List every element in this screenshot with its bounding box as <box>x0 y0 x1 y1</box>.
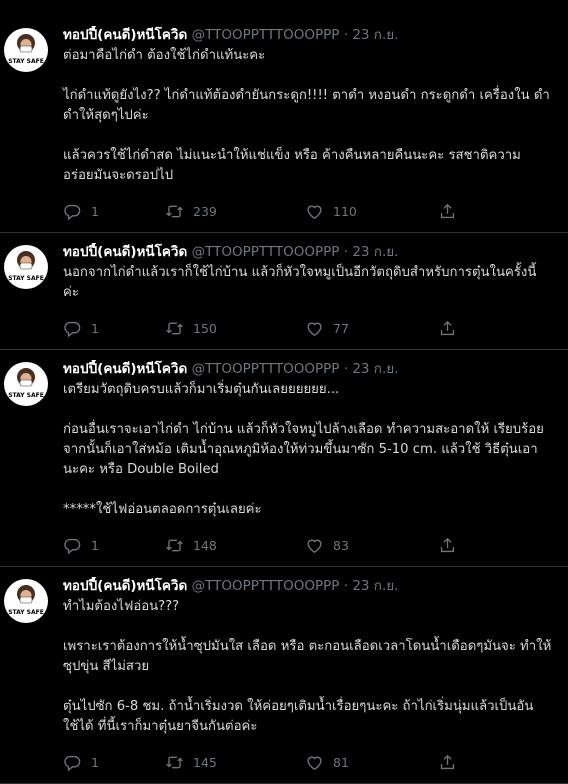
tweet-date[interactable]: 23 ก.ย. <box>352 27 398 43</box>
retweet-count: 239 <box>193 203 217 219</box>
retweet-button[interactable]: 150 <box>165 319 305 338</box>
heart-icon <box>307 205 322 219</box>
author-name[interactable]: ทอปปี้(คนดี)หนีโควิด <box>63 578 187 594</box>
retweet-icon <box>166 322 183 334</box>
reply-count: 1 <box>91 754 99 770</box>
author-handle[interactable]: @TTOOPPTTTOOOPPP <box>192 578 340 594</box>
reply-button[interactable]: 1 <box>63 753 165 772</box>
tweet-actions: 1 239 110 <box>63 196 552 226</box>
tweet-paragraph: ต่อมาคือไก่ดำ ต้องใช้ไก่ดำแท้นะคะ <box>63 48 266 63</box>
like-count: 83 <box>333 537 349 553</box>
reply-count: 1 <box>91 320 99 336</box>
tweet-header: ทอปปี้(คนดี)หนีโควิด @TTOOPPTTTOOOPPP · … <box>63 360 552 378</box>
retweet-icon <box>166 205 183 217</box>
reply-button[interactable]: 1 <box>63 536 165 555</box>
avatar-caption: STAY SAFE <box>8 275 44 282</box>
share-button[interactable] <box>438 319 468 338</box>
separator-dot: · <box>343 361 349 377</box>
reply-icon <box>64 755 81 771</box>
reply-icon <box>64 321 81 337</box>
tweet-text: ทำไมต้องไฟอ่อน??? เพราะเราต้องการให้น้ำซ… <box>63 597 552 737</box>
avatar[interactable]: STAY SAFE <box>4 579 48 623</box>
like-count: 110 <box>333 203 357 219</box>
author-handle[interactable]: @TTOOPPTTTOOOPPP <box>192 361 340 377</box>
author-name[interactable]: ทอปปี้(คนดี)หนีโควิด <box>63 361 187 377</box>
tweet-date[interactable]: 23 ก.ย. <box>352 244 398 260</box>
tweet-actions: 1 150 77 <box>63 313 552 343</box>
tweet-text: นอกจากไก่ดำแล้วเราก็ใช้ไก่บ้าน แล้วก็หัว… <box>63 263 552 303</box>
tweet-paragraph: ทำไมต้องไฟอ่อน??? <box>63 599 180 614</box>
heart-icon <box>307 756 322 770</box>
share-icon <box>440 537 455 552</box>
tweet-text: ต่อมาคือไก่ดำ ต้องใช้ไก่ดำแท้นะคะ ไก่ดำแ… <box>63 46 552 186</box>
tweet-actions: 1 148 83 <box>63 530 552 560</box>
like-button[interactable]: 81 <box>305 753 438 772</box>
like-count: 77 <box>333 320 349 336</box>
author-name[interactable]: ทอปปี้(คนดี)หนีโควิด <box>63 27 187 43</box>
heart-icon <box>307 322 322 336</box>
separator-dot: · <box>343 578 349 594</box>
avatar[interactable]: STAY SAFE <box>4 362 48 406</box>
separator-dot: · <box>343 27 349 43</box>
like-button[interactable]: 77 <box>305 319 438 338</box>
tweet-paragraph: เตรียมวัตถุดิบครบแล้วก็มาเริ่มตุ๋นกันเลย… <box>63 382 340 397</box>
avatar[interactable]: STAY SAFE <box>4 245 48 289</box>
share-button[interactable] <box>438 202 468 221</box>
author-handle[interactable]: @TTOOPPTTTOOOPPP <box>192 27 340 43</box>
tweet-header: ทอปปี้(คนดี)หนีโควิด @TTOOPPTTTOOOPPP · … <box>63 26 552 44</box>
tweet-date[interactable]: 23 ก.ย. <box>352 361 398 377</box>
tweet-header: ทอปปี้(คนดี)หนีโควิด @TTOOPPTTTOOOPPP · … <box>63 243 552 261</box>
avatar-caption: STAY SAFE <box>8 392 44 399</box>
tweet-paragraph: ไก่ดำแท้ดูยังไง?? ไก่ดำแท้ต้องดำยันกระดู… <box>63 88 550 123</box>
avatar-caption: STAY SAFE <box>8 609 44 616</box>
retweet-count: 150 <box>193 320 217 336</box>
avatar-caption: STAY SAFE <box>8 58 44 65</box>
like-button[interactable]: 83 <box>305 536 438 555</box>
reply-count: 1 <box>91 537 99 553</box>
tweet[interactable]: STAY SAFE ทอปปี้(คนดี)หนีโควิด @TTOOPPTT… <box>0 233 568 350</box>
tweet-paragraph: ก่อนอื่นเราจะเอาไก่ดำ ไก่บ้าน แล้วก็หัวใ… <box>63 422 544 477</box>
reply-count: 1 <box>91 203 99 219</box>
tweet[interactable]: STAY SAFE ทอปปี้(คนดี)หนีโควิด @TTOOPPTT… <box>0 567 568 784</box>
like-button[interactable]: 110 <box>305 202 438 221</box>
share-icon <box>440 754 455 769</box>
reply-icon <box>64 204 81 220</box>
retweet-icon <box>166 756 183 768</box>
tweet-feed: STAY SAFE ทอปปี้(คนดี)หนีโควิด @TTOOPPTT… <box>0 0 568 784</box>
tweet-text: เตรียมวัตถุดิบครบแล้วก็มาเริ่มตุ๋นกันเลย… <box>63 380 552 520</box>
separator-dot: · <box>343 244 349 260</box>
retweet-button[interactable]: 239 <box>165 202 305 221</box>
retweet-count: 148 <box>193 537 217 553</box>
tweet-paragraph: นอกจากไก่ดำแล้วเราก็ใช้ไก่บ้าน แล้วก็หัว… <box>63 265 537 300</box>
retweet-button[interactable]: 148 <box>165 536 305 555</box>
tweet-actions: 1 145 81 <box>63 747 552 777</box>
avatar[interactable]: STAY SAFE <box>4 28 48 72</box>
share-button[interactable] <box>438 753 468 772</box>
like-count: 81 <box>333 754 349 770</box>
retweet-button[interactable]: 145 <box>165 753 305 772</box>
author-handle[interactable]: @TTOOPPTTTOOOPPP <box>192 244 340 260</box>
tweet-header: ทอปปี้(คนดี)หนีโควิด @TTOOPPTTTOOOPPP · … <box>63 577 552 595</box>
retweet-count: 145 <box>193 754 217 770</box>
retweet-icon <box>166 539 183 551</box>
share-button[interactable] <box>438 536 468 555</box>
tweet-date[interactable]: 23 ก.ย. <box>352 578 398 594</box>
tweet-paragraph: แล้วควรใช้ไก่ดำสด ไม่แนะนำให้แช่แข็ง หรื… <box>63 148 521 183</box>
tweet-paragraph: ตุ๋นไปซัก 6-8 ชม. ถ้าน้ำเริ่มงวด ให้ค่อย… <box>63 699 534 734</box>
share-icon <box>440 320 455 335</box>
tweet-paragraph: *****ใช้ไฟอ่อนตลอดการตุ๋นเลยค่ะ <box>63 502 262 517</box>
author-name[interactable]: ทอปปี้(คนดี)หนีโควิด <box>63 244 187 260</box>
share-icon <box>440 203 455 218</box>
heart-icon <box>307 539 322 553</box>
tweet[interactable]: STAY SAFE ทอปปี้(คนดี)หนีโควิด @TTOOPPTT… <box>0 0 568 233</box>
reply-button[interactable]: 1 <box>63 319 165 338</box>
tweet[interactable]: STAY SAFE ทอปปี้(คนดี)หนีโควิด @TTOOPPTT… <box>0 350 568 567</box>
reply-icon <box>64 538 81 554</box>
reply-button[interactable]: 1 <box>63 202 165 221</box>
tweet-paragraph: เพราะเราต้องการให้น้ำซุปมันใส เลือด หรือ… <box>63 639 552 674</box>
